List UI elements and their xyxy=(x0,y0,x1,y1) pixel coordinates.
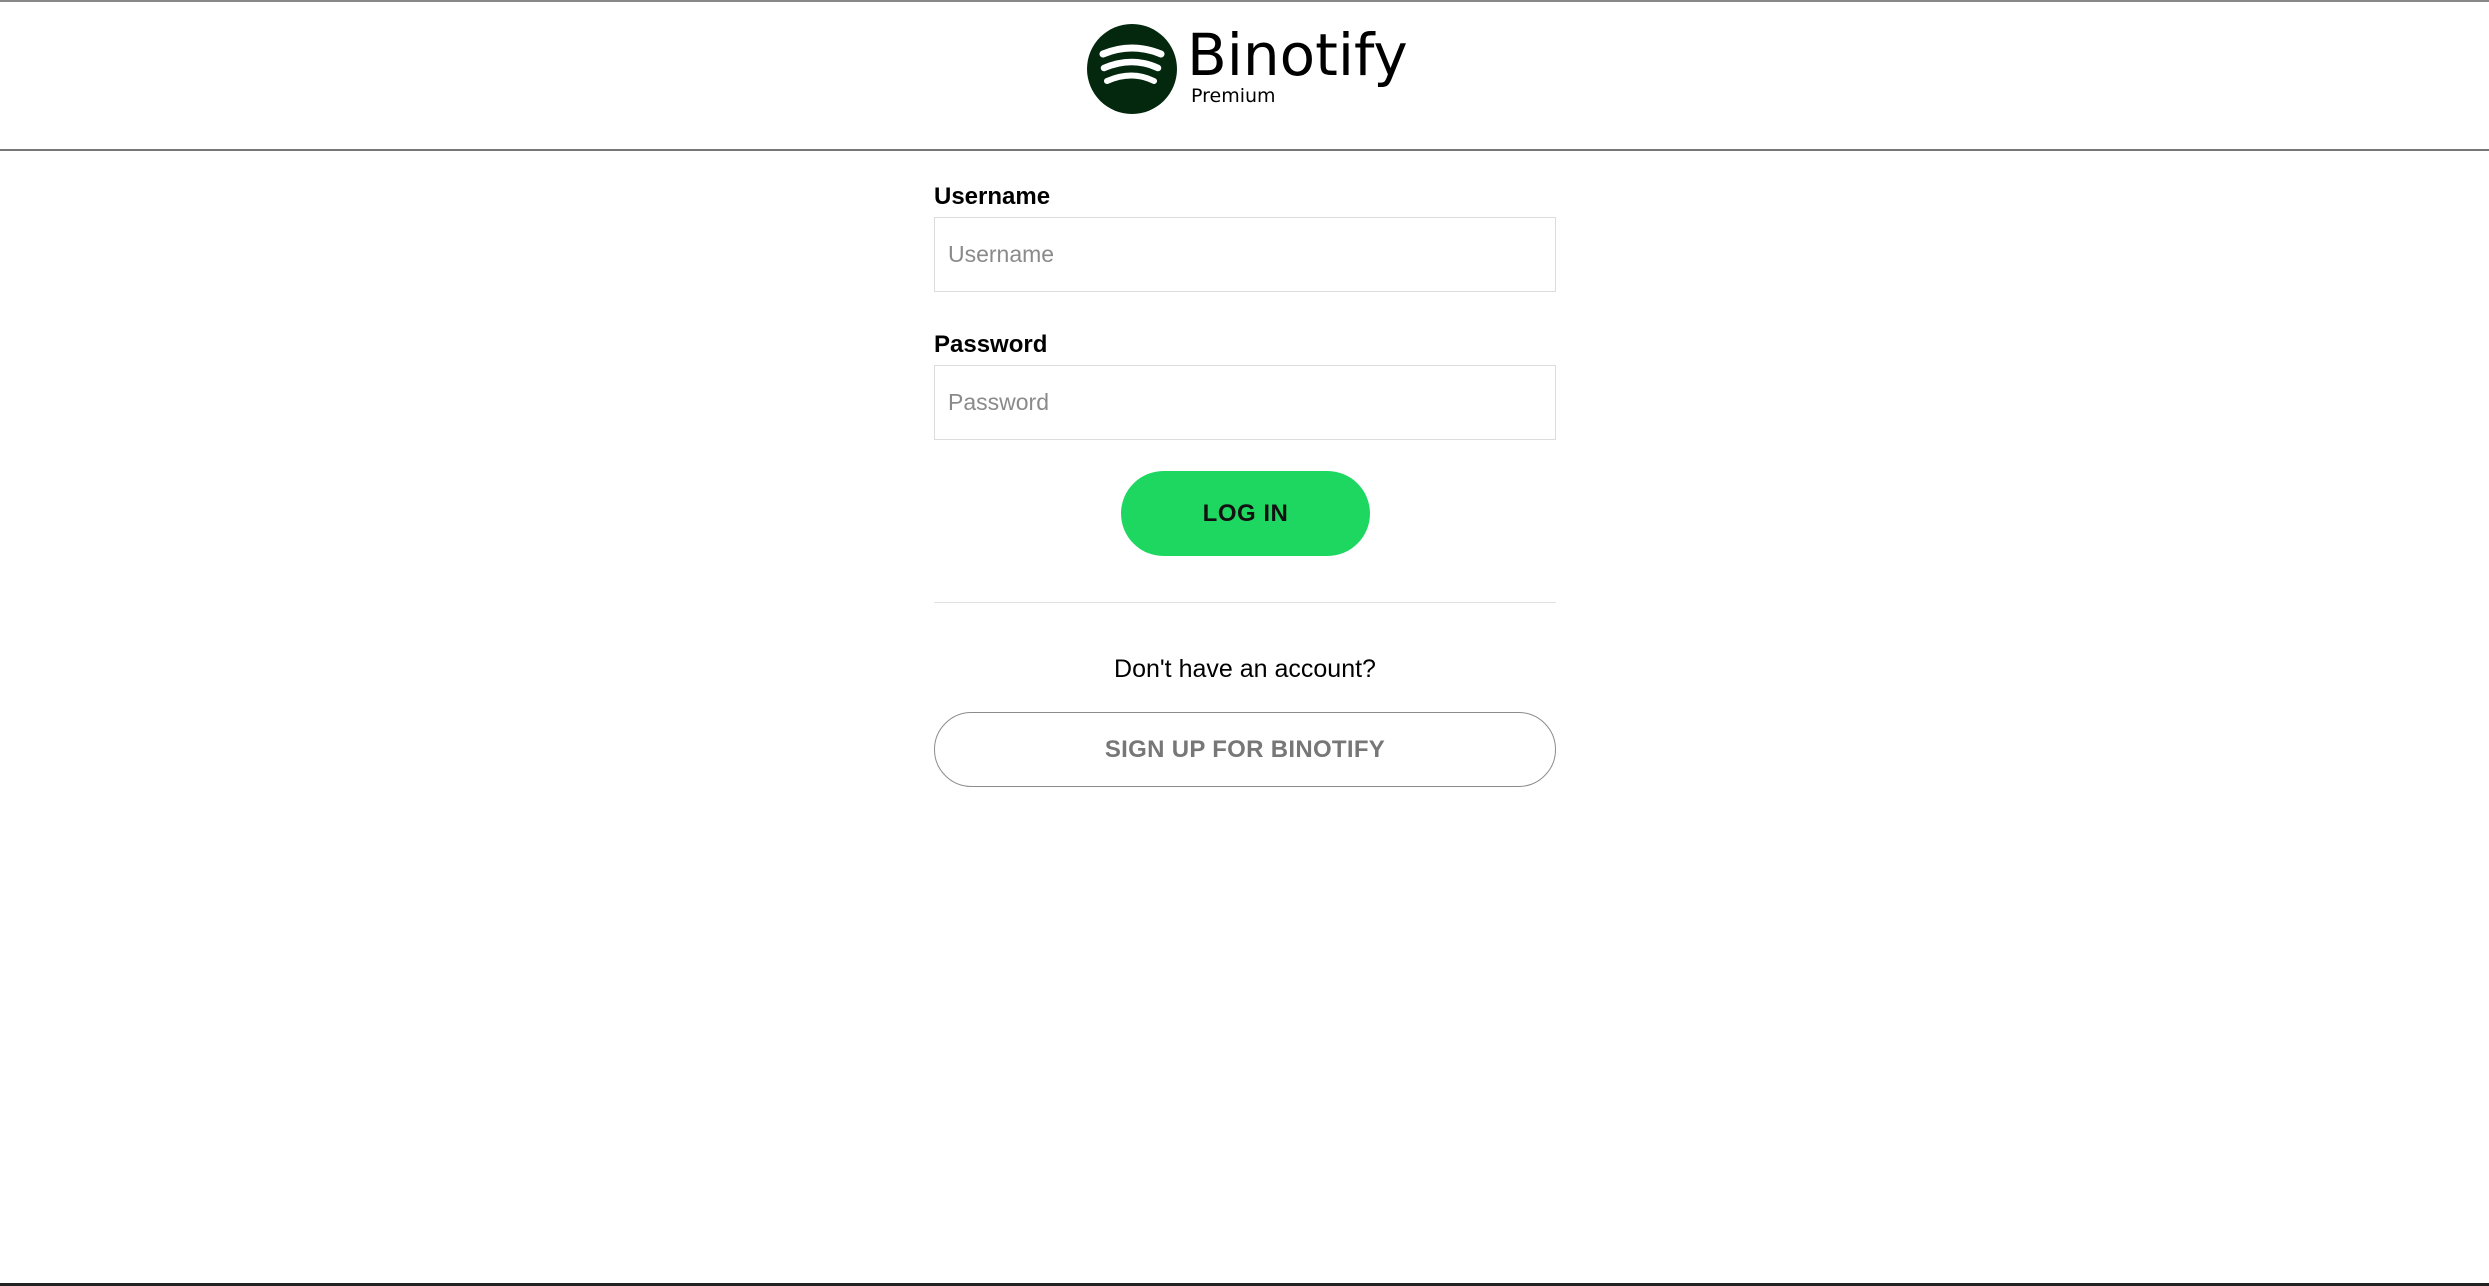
brand-tier: Premium xyxy=(1191,85,1276,107)
login-form: Username Password LOG IN Don't have an a… xyxy=(934,177,1556,787)
username-input[interactable] xyxy=(934,217,1556,292)
brand-logo[interactable]: Binotify Premium xyxy=(1087,21,1408,118)
signup-button[interactable]: SIGN UP FOR BINOTIFY xyxy=(934,712,1556,787)
top-header: Binotify Premium xyxy=(0,2,2489,151)
binotify-logo-icon xyxy=(1087,24,1177,114)
login-button[interactable]: LOG IN xyxy=(1121,471,1370,556)
password-input[interactable] xyxy=(934,365,1556,440)
brand-name: Binotify xyxy=(1187,21,1408,89)
password-label: Password xyxy=(934,331,1048,358)
username-label: Username xyxy=(934,183,1051,210)
divider xyxy=(934,602,1556,603)
no-account-prompt: Don't have an account? xyxy=(1114,655,1376,683)
